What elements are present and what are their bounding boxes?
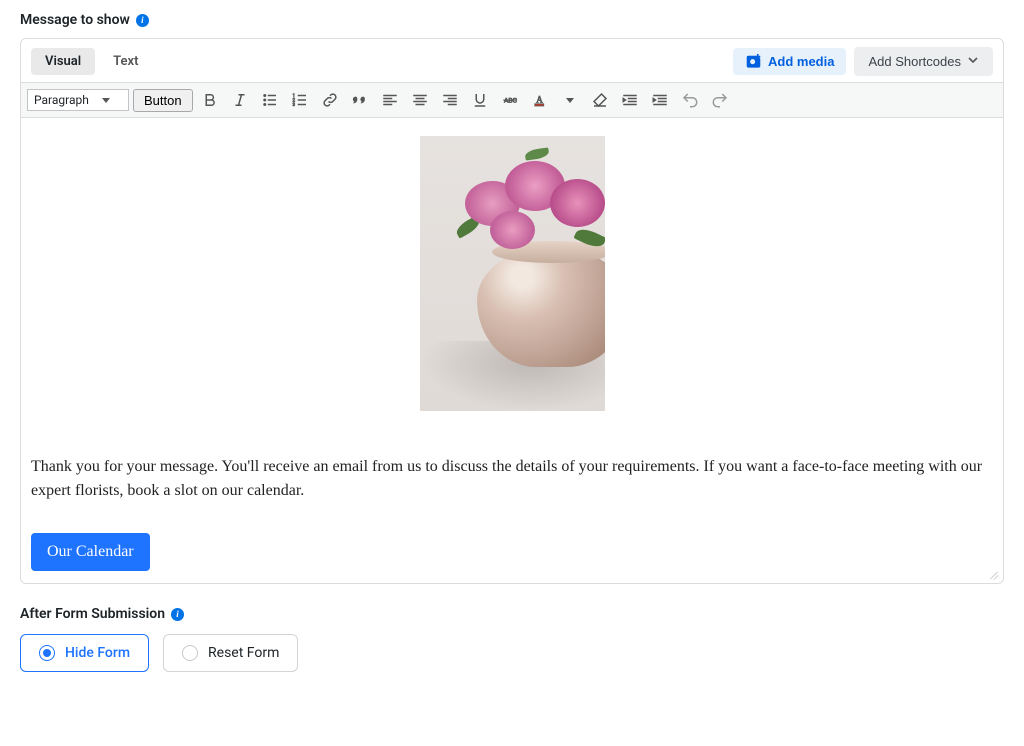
paragraph-format-select[interactable]: Paragraph — [27, 89, 129, 111]
editor-tabs: Visual Text — [31, 48, 152, 75]
message-to-show-label: Message to show — [20, 12, 130, 28]
add-media-button[interactable]: Add media — [733, 48, 846, 75]
add-shortcodes-button[interactable]: Add Shortcodes — [854, 47, 993, 76]
after-submission-label: After Form Submission — [20, 606, 165, 622]
bold-icon[interactable] — [197, 87, 223, 113]
our-calendar-button[interactable]: Our Calendar — [31, 533, 150, 571]
info-icon[interactable]: i — [136, 14, 149, 27]
align-center-icon[interactable] — [407, 87, 433, 113]
option-reset-form[interactable]: Reset Form — [163, 634, 298, 672]
svg-text:A: A — [536, 94, 543, 104]
resize-handle-icon[interactable] — [987, 567, 999, 579]
text-color-icon[interactable]: A — [527, 87, 553, 113]
editor-toolbar: Paragraph Button 123 ABC A — [21, 82, 1003, 118]
editor-image-wrap — [31, 136, 993, 415]
radio-dot-icon — [182, 645, 198, 661]
svg-text:3: 3 — [292, 102, 295, 108]
indent-icon[interactable] — [647, 87, 673, 113]
tab-visual[interactable]: Visual — [31, 48, 95, 75]
text-color-dropdown-icon[interactable] — [557, 87, 583, 113]
align-right-icon[interactable] — [437, 87, 463, 113]
redo-icon[interactable] — [707, 87, 733, 113]
add-media-icon — [745, 54, 762, 69]
option-hide-label: Hide Form — [65, 645, 130, 661]
link-icon[interactable] — [317, 87, 343, 113]
editor-paragraph[interactable]: Thank you for your message. You'll recei… — [31, 455, 993, 503]
undo-icon[interactable] — [677, 87, 703, 113]
info-icon[interactable]: i — [171, 608, 184, 621]
insert-button[interactable]: Button — [133, 89, 193, 112]
radio-dot-icon — [39, 645, 55, 661]
strikethrough-icon[interactable]: ABC — [497, 87, 523, 113]
underline-icon[interactable] — [467, 87, 493, 113]
numbered-list-icon[interactable]: 123 — [287, 87, 313, 113]
editor-content-area[interactable]: Thank you for your message. You'll recei… — [21, 118, 1003, 583]
blockquote-icon[interactable] — [347, 87, 373, 113]
italic-icon[interactable] — [227, 87, 253, 113]
caret-down-icon — [102, 98, 110, 103]
tab-text[interactable]: Text — [99, 48, 152, 75]
editor-image[interactable] — [420, 136, 605, 411]
option-hide-form[interactable]: Hide Form — [20, 634, 149, 672]
editor-container: Visual Text Add media Add Shortcodes Par… — [20, 38, 1004, 584]
outdent-icon[interactable] — [617, 87, 643, 113]
submission-options: Hide Form Reset Form — [20, 634, 1004, 672]
chevron-down-icon — [967, 54, 979, 69]
paragraph-format-label: Paragraph — [34, 93, 89, 107]
option-reset-label: Reset Form — [208, 645, 279, 661]
message-to-show-heading: Message to show i — [20, 12, 1004, 28]
after-submission-heading: After Form Submission i — [20, 606, 1004, 622]
add-media-label: Add media — [768, 54, 834, 69]
align-left-icon[interactable] — [377, 87, 403, 113]
editor-top-bar: Visual Text Add media Add Shortcodes — [21, 39, 1003, 82]
clear-format-icon[interactable] — [587, 87, 613, 113]
bullet-list-icon[interactable] — [257, 87, 283, 113]
add-shortcodes-label: Add Shortcodes — [868, 54, 961, 69]
